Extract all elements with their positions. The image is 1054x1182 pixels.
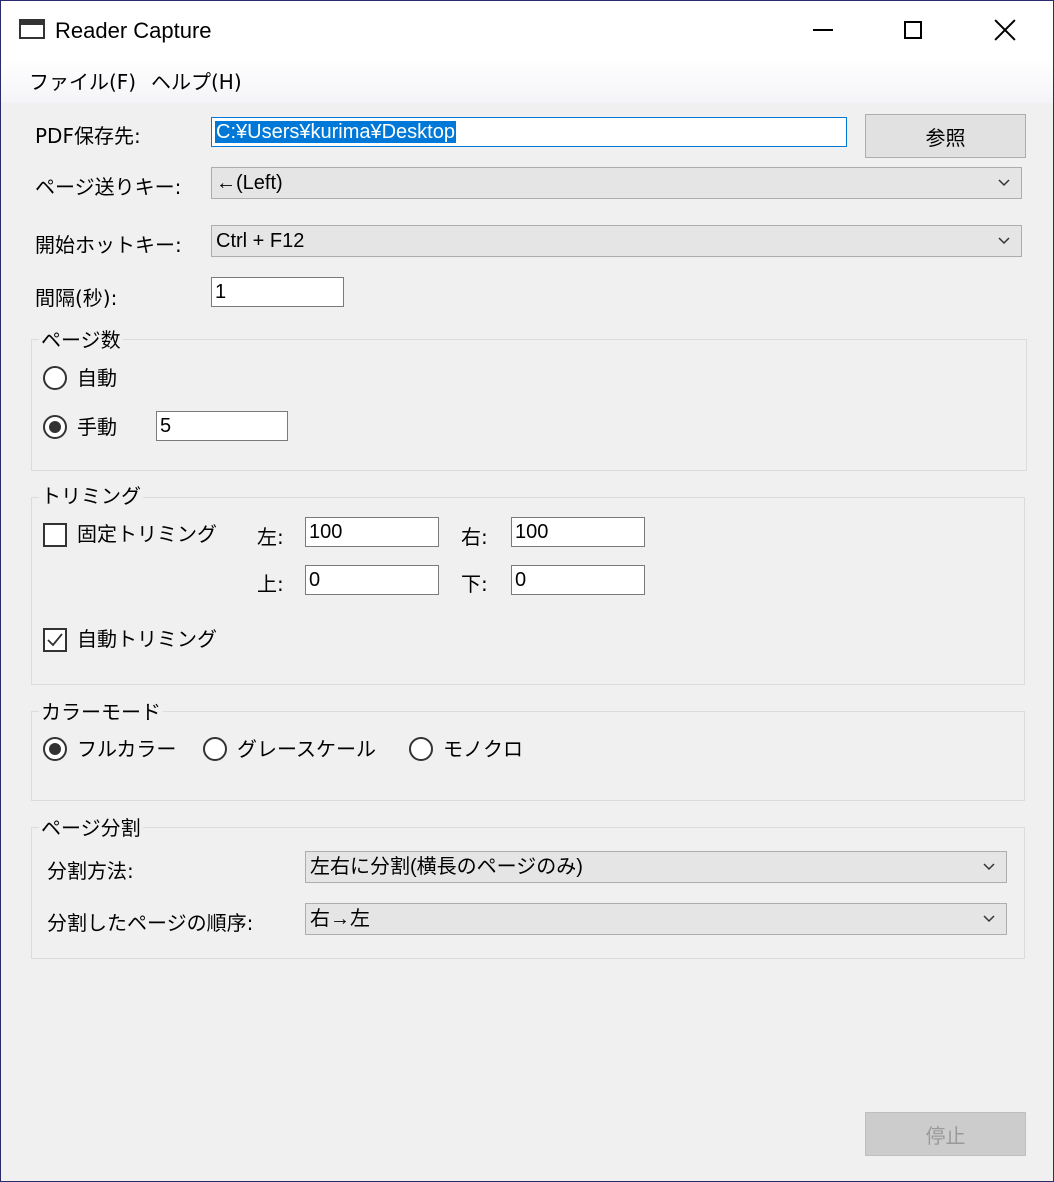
menu-bar: ファイル(F) ヘルプ(H) [1, 59, 1053, 103]
split-method-value: 左右に分割(横長のページのみ) [310, 856, 583, 878]
title-bar: Reader Capture [1, 1, 1053, 59]
main-window: Reader Capture ファイル(F) ヘルプ(H) PDF保存先: C:… [0, 0, 1054, 1182]
close-icon [994, 19, 1016, 41]
color-mono-label: モノクロ [443, 737, 523, 761]
interval-label: 間隔(秒): [35, 286, 118, 310]
page-count-group-title: ページ数 [39, 327, 123, 353]
page-split-group [31, 827, 1025, 959]
trim-top-value: 0 [309, 569, 321, 591]
browse-button-label: 参照 [925, 125, 966, 150]
stop-button[interactable]: 停止 [865, 1112, 1026, 1156]
chevron-down-icon [998, 179, 1010, 187]
page-count-auto-label: 自動 [77, 366, 117, 390]
page-turn-key-value: ←(Left) [216, 172, 283, 194]
browse-button[interactable]: 参照 [865, 114, 1026, 158]
auto-trimming-checkbox[interactable] [43, 628, 67, 652]
minimize-icon [813, 29, 833, 31]
trim-left-label: 左: [257, 525, 284, 549]
trim-bottom-value: 0 [515, 569, 527, 591]
interval-input[interactable]: 1 [211, 277, 344, 307]
page-count-manual-value: 5 [160, 415, 172, 437]
color-gray-radio[interactable] [203, 737, 227, 761]
color-full-radio[interactable] [43, 737, 67, 761]
trim-top-label: 上: [257, 572, 284, 596]
fixed-trimming-label: 固定トリミング [77, 522, 217, 546]
split-method-label: 分割方法: [47, 859, 134, 883]
auto-trimming-label: 自動トリミング [77, 627, 217, 651]
color-gray-label: グレースケール [237, 737, 376, 761]
trim-right-label: 右: [461, 525, 488, 549]
page-turn-key-label: ページ送りキー: [35, 175, 182, 199]
minimize-button[interactable] [777, 1, 869, 59]
split-order-label: 分割したページの順序: [47, 911, 254, 935]
trim-right-input[interactable]: 100 [511, 517, 645, 547]
page-count-manual-radio[interactable] [43, 415, 67, 439]
page-count-manual-label: 手動 [77, 415, 117, 439]
trim-left-value: 100 [309, 521, 343, 543]
trimming-group-title: トリミング [39, 483, 143, 509]
maximize-icon [904, 21, 922, 39]
pdf-path-value: C:¥Users¥kurima¥Desktop [215, 121, 456, 143]
trim-left-input[interactable]: 100 [305, 517, 439, 547]
close-button[interactable] [959, 1, 1051, 59]
page-count-manual-input[interactable]: 5 [156, 411, 288, 441]
page-split-group-title: ページ分割 [39, 815, 143, 841]
split-method-select[interactable]: 左右に分割(横長のページのみ) [305, 851, 1007, 883]
start-hotkey-label: 開始ホットキー: [35, 233, 182, 257]
interval-value: 1 [215, 281, 227, 303]
menu-help[interactable]: ヘルプ(H) [151, 69, 242, 95]
checkmark-icon [47, 633, 63, 647]
start-hotkey-value: Ctrl + F12 [216, 230, 305, 252]
color-mode-group-title: カラーモード [39, 699, 163, 725]
app-window-icon [19, 19, 45, 39]
page-turn-key-select[interactable]: ←(Left) [211, 167, 1022, 199]
trim-right-value: 100 [515, 521, 549, 543]
window-title: Reader Capture [55, 18, 212, 43]
stop-button-label: 停止 [925, 1123, 966, 1148]
page-count-auto-radio[interactable] [43, 366, 67, 390]
trim-bottom-label: 下: [461, 572, 488, 596]
fixed-trimming-checkbox[interactable] [43, 523, 67, 547]
start-hotkey-select[interactable]: Ctrl + F12 [211, 225, 1022, 257]
color-full-label: フルカラー [77, 737, 177, 761]
color-mono-radio[interactable] [409, 737, 433, 761]
pdf-path-label: PDF保存先: [35, 124, 141, 148]
maximize-button[interactable] [867, 1, 959, 59]
trim-bottom-input[interactable]: 0 [511, 565, 645, 595]
trim-top-input[interactable]: 0 [305, 565, 439, 595]
chevron-down-icon [983, 863, 995, 871]
pdf-path-input[interactable]: C:¥Users¥kurima¥Desktop [211, 117, 847, 147]
chevron-down-icon [983, 915, 995, 923]
page-count-group [31, 339, 1027, 471]
menu-file[interactable]: ファイル(F) [29, 69, 136, 95]
split-order-value: 右→左 [310, 908, 370, 930]
chevron-down-icon [998, 237, 1010, 245]
color-mode-group [31, 711, 1025, 801]
split-order-select[interactable]: 右→左 [305, 903, 1007, 935]
